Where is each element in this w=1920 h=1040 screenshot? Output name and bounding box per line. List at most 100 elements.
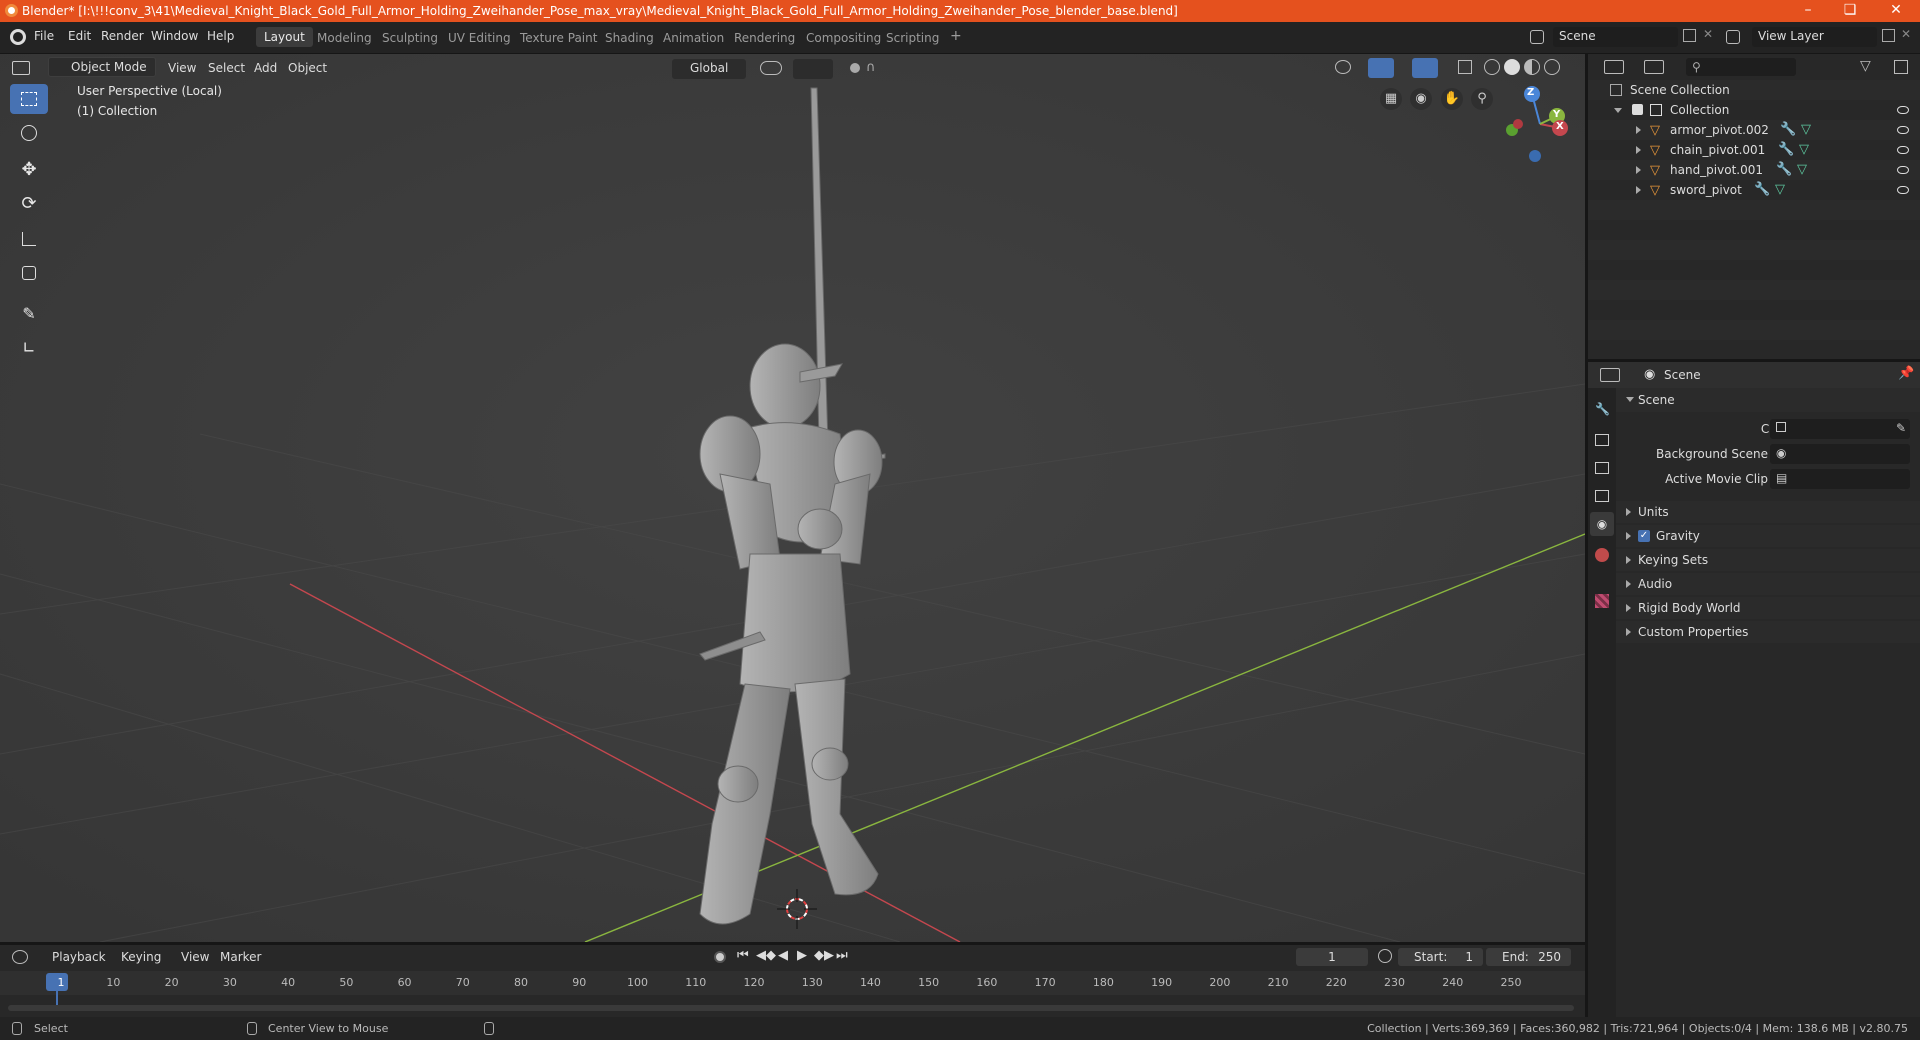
menu-playback[interactable]: Playback	[52, 950, 106, 964]
snap-toggle-icon[interactable]	[793, 59, 833, 79]
menu-edit[interactable]: Edit	[68, 29, 91, 43]
add-workspace-button[interactable]: +	[942, 26, 970, 46]
move-tool-icon[interactable]: ✥	[10, 154, 48, 184]
audio-section[interactable]: Audio	[1616, 573, 1920, 595]
menu-help[interactable]: Help	[207, 29, 234, 43]
transform-tool-icon[interactable]	[10, 258, 48, 288]
play-reverse-icon[interactable]: ◀	[778, 948, 788, 963]
units-section[interactable]: Units	[1616, 501, 1920, 523]
outliner-row-collection[interactable]: Collection	[1588, 100, 1920, 120]
preview-range-icon[interactable]	[1378, 949, 1392, 963]
pin-icon[interactable]: 📌	[1898, 366, 1914, 381]
cursor-tool-icon[interactable]	[10, 118, 48, 148]
jump-end-icon[interactable]: ⏭	[836, 948, 848, 963]
scale-tool-icon[interactable]	[10, 224, 48, 254]
properties-editor-type-icon[interactable]	[1600, 368, 1620, 382]
outliner-editor-type-icon[interactable]	[1604, 60, 1624, 74]
outliner-row-object[interactable]: ▽ armor_pivot.002 🔧 ▽	[1588, 120, 1920, 140]
scene-field[interactable]: Scene	[1553, 27, 1678, 47]
menu-window[interactable]: Window	[151, 29, 198, 43]
gizmo-toggle-icon[interactable]	[1368, 58, 1394, 78]
custom-properties-section[interactable]: Custom Properties	[1616, 621, 1920, 643]
modifier-wrench-icon[interactable]: 🔧	[1776, 162, 1792, 177]
current-frame-field[interactable]: 1	[1296, 948, 1368, 966]
proportional-edit-icon[interactable]	[850, 63, 860, 73]
view-layer-field[interactable]: View Layer	[1752, 27, 1877, 47]
outliner-row-object[interactable]: ▽ chain_pivot.001 🔧 ▽	[1588, 140, 1920, 160]
active-movie-clip-field[interactable]: ▤	[1770, 469, 1910, 489]
record-icon[interactable]	[714, 951, 726, 963]
restore-icon[interactable]: ❏	[1830, 2, 1870, 18]
measure-tool-icon[interactable]: ∟	[10, 332, 48, 362]
tab-scripting[interactable]: Scripting	[878, 29, 947, 47]
timeline-scrollbar[interactable]	[8, 1005, 1574, 1011]
collapse-arrow-icon[interactable]	[1614, 108, 1622, 113]
expand-arrow-icon[interactable]	[1636, 186, 1641, 194]
mode-dropdown[interactable]: Object Mode	[48, 57, 156, 77]
eye-icon[interactable]	[1897, 126, 1909, 134]
render-tab-icon[interactable]	[1595, 434, 1609, 446]
menu-keying[interactable]: Keying	[121, 950, 161, 964]
tab-modeling[interactable]: Modeling	[309, 29, 380, 47]
menu-timeline-view[interactable]: View	[181, 950, 209, 964]
eye-icon[interactable]	[1897, 166, 1909, 174]
new-collection-icon[interactable]	[1894, 60, 1908, 74]
shading-rendered-icon[interactable]	[1544, 59, 1560, 75]
annotate-tool-icon[interactable]: ✎	[10, 298, 48, 328]
timeline-editor-type-icon[interactable]	[12, 950, 28, 964]
pan-hand-icon[interactable]: ✋	[1441, 88, 1463, 110]
background-scene-field[interactable]: ◉	[1770, 444, 1910, 464]
mesh-data-icon[interactable]: ▽	[1801, 122, 1811, 137]
end-frame-field[interactable]: End: 250	[1486, 948, 1571, 966]
rotate-tool-icon[interactable]: ⟳	[10, 188, 48, 218]
mesh-data-icon[interactable]: ▽	[1799, 142, 1809, 157]
scene-selector-icon[interactable]	[1530, 30, 1544, 44]
shading-solid-icon[interactable]	[1504, 59, 1520, 75]
tab-shading[interactable]: Shading	[597, 29, 662, 47]
menu-render[interactable]: Render	[101, 29, 144, 43]
view-layer-selector-icon[interactable]	[1726, 30, 1740, 44]
delete-view-layer-icon[interactable]: ✕	[1901, 27, 1911, 41]
outliner-row-object[interactable]: ▽ hand_pivot.001 🔧 ▽	[1588, 160, 1920, 180]
next-keyframe-icon[interactable]: ◆▶	[814, 948, 834, 963]
blender-menu-icon[interactable]	[10, 29, 26, 45]
grid-view-icon[interactable]: ▦	[1380, 88, 1402, 110]
output-tab-icon[interactable]	[1595, 462, 1609, 474]
new-view-layer-icon[interactable]	[1882, 29, 1895, 42]
new-scene-icon[interactable]	[1683, 29, 1696, 42]
eye-icon[interactable]	[1897, 106, 1909, 114]
shading-wireframe-icon[interactable]	[1484, 59, 1500, 75]
eye-icon[interactable]	[1897, 146, 1909, 154]
transform-orientation-dropdown[interactable]: Global	[672, 59, 746, 79]
jump-start-icon[interactable]: ⏮	[737, 948, 749, 963]
scene-tab-icon[interactable]: ◉	[1590, 512, 1614, 536]
prev-keyframe-icon[interactable]: ◀◆	[756, 948, 776, 963]
tab-rendering[interactable]: Rendering	[726, 29, 803, 47]
play-icon[interactable]: ▶	[797, 948, 807, 963]
mesh-data-icon[interactable]: ▽	[1797, 162, 1807, 177]
modifier-wrench-icon[interactable]: 🔧	[1778, 142, 1794, 157]
shading-material-icon[interactable]	[1524, 59, 1540, 75]
display-mode-icon[interactable]	[1644, 60, 1664, 74]
delete-scene-icon[interactable]: ✕	[1703, 27, 1713, 41]
outliner-row-object[interactable]: ▽ sword_pivot 🔧 ▽	[1588, 180, 1920, 200]
visibility-filter-icon[interactable]	[1335, 60, 1351, 74]
expand-arrow-icon[interactable]	[1636, 126, 1641, 134]
xray-toggle-icon[interactable]	[1458, 60, 1472, 74]
include-checkbox[interactable]	[1632, 104, 1643, 115]
pivot-point-icon[interactable]	[760, 61, 782, 75]
texture-tab-icon[interactable]	[1595, 594, 1609, 608]
3d-viewport[interactable]: Z Y X Object Mode View Select Add Object…	[0, 54, 1585, 942]
modifier-wrench-icon[interactable]: 🔧	[1754, 182, 1770, 197]
tab-layout[interactable]: Layout	[256, 27, 313, 47]
outliner-search-input[interactable]: ⚲	[1686, 58, 1796, 76]
world-tab-icon[interactable]	[1595, 548, 1609, 562]
camera-view-icon[interactable]: ◉	[1410, 88, 1432, 110]
menu-marker[interactable]: Marker	[220, 950, 261, 964]
zoom-icon[interactable]: ⚲	[1471, 88, 1493, 110]
view-layer-tab-icon[interactable]	[1595, 490, 1609, 502]
outliner-row-scene-collection[interactable]: Scene Collection	[1588, 80, 1920, 100]
minimize-icon[interactable]: –	[1788, 2, 1828, 18]
tab-sculpting[interactable]: Sculpting	[374, 29, 446, 47]
filter-icon[interactable]: ▽	[1860, 58, 1871, 74]
